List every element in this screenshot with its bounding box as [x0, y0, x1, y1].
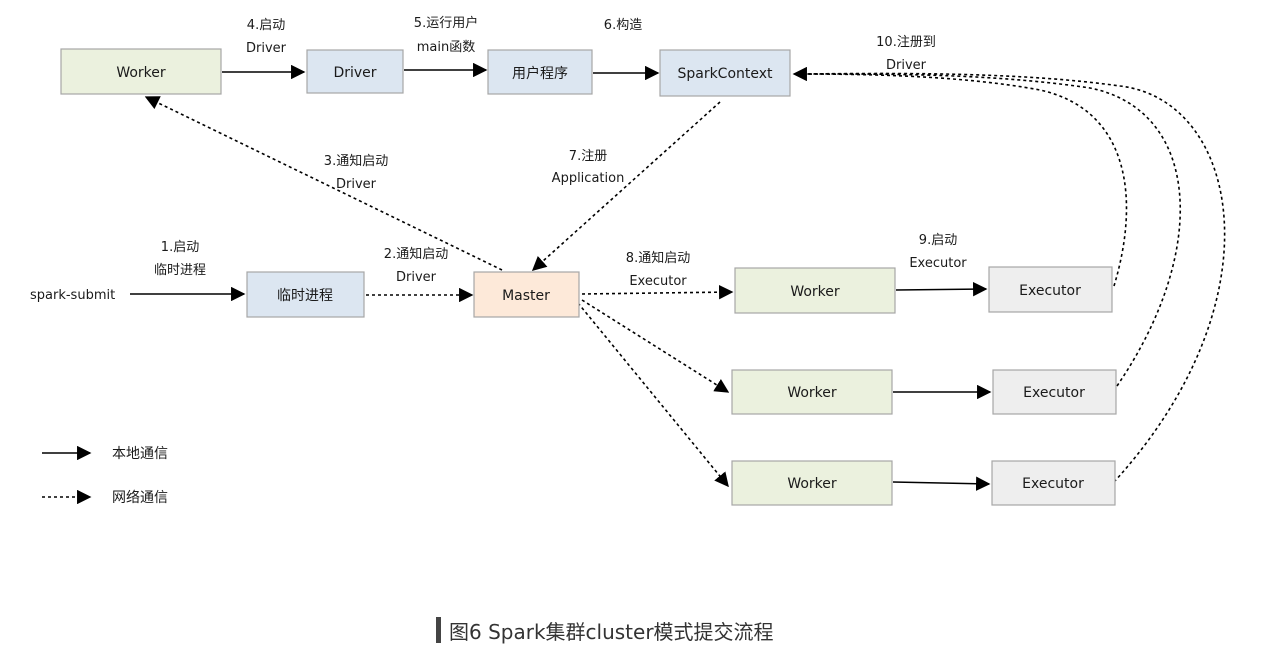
node-worker-1: Worker: [734, 267, 896, 314]
edge-master-to-worker-1: [581, 284, 734, 300]
svg-text:Executor: Executor: [909, 256, 967, 271]
svg-text:9.启动: 9.启动: [919, 233, 957, 248]
node-spark-context: SparkContext: [659, 49, 791, 97]
edge-label-8: 8.通知启动 Executor: [626, 250, 690, 289]
legend-local-communication: 本地通信: [42, 445, 168, 462]
svg-text:Worker: Worker: [787, 476, 837, 492]
caption-text: 图6 Spark集群cluster模式提交流程: [449, 619, 774, 644]
edge-label-9: 9.启动 Executor: [909, 233, 967, 271]
svg-text:Executor: Executor: [1019, 283, 1081, 299]
edge-register-application: [531, 101, 721, 271]
svg-text:Executor: Executor: [629, 274, 687, 289]
node-driver: Driver: [306, 49, 404, 94]
edge-label-5: 5.运行用户 main函数: [414, 15, 478, 55]
svg-text:临时进程: 临时进程: [154, 263, 206, 278]
spark-cluster-flow-diagram: 1.启动 临时进程 2.通知启动 Driver 3.通知启动 Driver 4.…: [30, 15, 1226, 506]
svg-text:2.通知启动: 2.通知启动: [384, 246, 448, 262]
caption-bar: [436, 617, 441, 643]
svg-text:1.启动: 1.启动: [161, 240, 199, 255]
svg-text:Driver: Driver: [336, 177, 377, 192]
svg-text:Executor: Executor: [1023, 385, 1085, 401]
edge-worker-3-executor-3: [892, 476, 991, 491]
node-executor-1: Executor: [988, 266, 1113, 313]
edge-worker-1-executor-1: [895, 281, 988, 297]
svg-text:10.注册到: 10.注册到: [876, 35, 936, 50]
edge-master-to-worker-top: [144, 96, 503, 271]
node-spark-submit: spark-submit: [30, 288, 115, 303]
legend-network-communication: 网络通信: [42, 489, 168, 506]
svg-text:7.注册: 7.注册: [569, 149, 607, 164]
edge-master-to-worker-3: [577, 302, 729, 488]
svg-text:Driver: Driver: [886, 58, 927, 73]
svg-text:Executor: Executor: [1022, 476, 1084, 492]
svg-text:main函数: main函数: [417, 40, 475, 55]
svg-text:网络通信: 网络通信: [112, 490, 168, 506]
svg-text:SparkContext: SparkContext: [677, 66, 773, 82]
node-worker-3: Worker: [731, 460, 893, 506]
edge-label-3: 3.通知启动 Driver: [324, 153, 388, 192]
svg-text:Driver: Driver: [396, 270, 437, 285]
svg-text:5.运行用户: 5.运行用户: [414, 15, 478, 31]
svg-text:Master: Master: [502, 288, 550, 304]
node-temp-process: 临时进程: [246, 271, 365, 318]
svg-text:Driver: Driver: [246, 41, 287, 56]
edge-label-2: 2.通知启动 Driver: [384, 246, 448, 285]
edge-label-4: 4.启动 Driver: [246, 18, 287, 56]
svg-text:本地通信: 本地通信: [112, 446, 168, 462]
svg-text:3.通知启动: 3.通知启动: [324, 153, 388, 169]
edge-label-1: 1.启动 临时进程: [154, 240, 206, 278]
svg-text:Worker: Worker: [787, 385, 837, 401]
svg-text:Worker: Worker: [116, 65, 166, 81]
svg-text:8.通知启动: 8.通知启动: [626, 250, 690, 266]
node-user-program: 用户程序: [487, 49, 593, 95]
figure-caption: 图6 Spark集群cluster模式提交流程: [436, 616, 774, 644]
svg-text:spark-submit: spark-submit: [30, 288, 115, 303]
node-executor-2: Executor: [992, 369, 1117, 415]
node-worker-top: Worker: [60, 48, 222, 95]
svg-text:Worker: Worker: [790, 284, 840, 300]
svg-text:用户程序: 用户程序: [512, 65, 568, 82]
svg-text:Driver: Driver: [333, 65, 376, 81]
edge-label-10: 10.注册到 Driver: [876, 35, 936, 73]
edge-label-7: 7.注册 Application: [552, 149, 625, 186]
node-worker-2: Worker: [731, 369, 893, 415]
svg-text:6.构造: 6.构造: [604, 18, 642, 33]
svg-text:4.启动: 4.启动: [247, 18, 285, 33]
edge-label-6: 6.构造: [604, 18, 642, 33]
svg-text:临时进程: 临时进程: [277, 288, 333, 304]
node-executor-3: Executor: [991, 460, 1116, 506]
svg-text:Application: Application: [552, 171, 625, 186]
node-master: Master: [473, 271, 580, 318]
edge-master-to-worker-2: [581, 299, 730, 393]
